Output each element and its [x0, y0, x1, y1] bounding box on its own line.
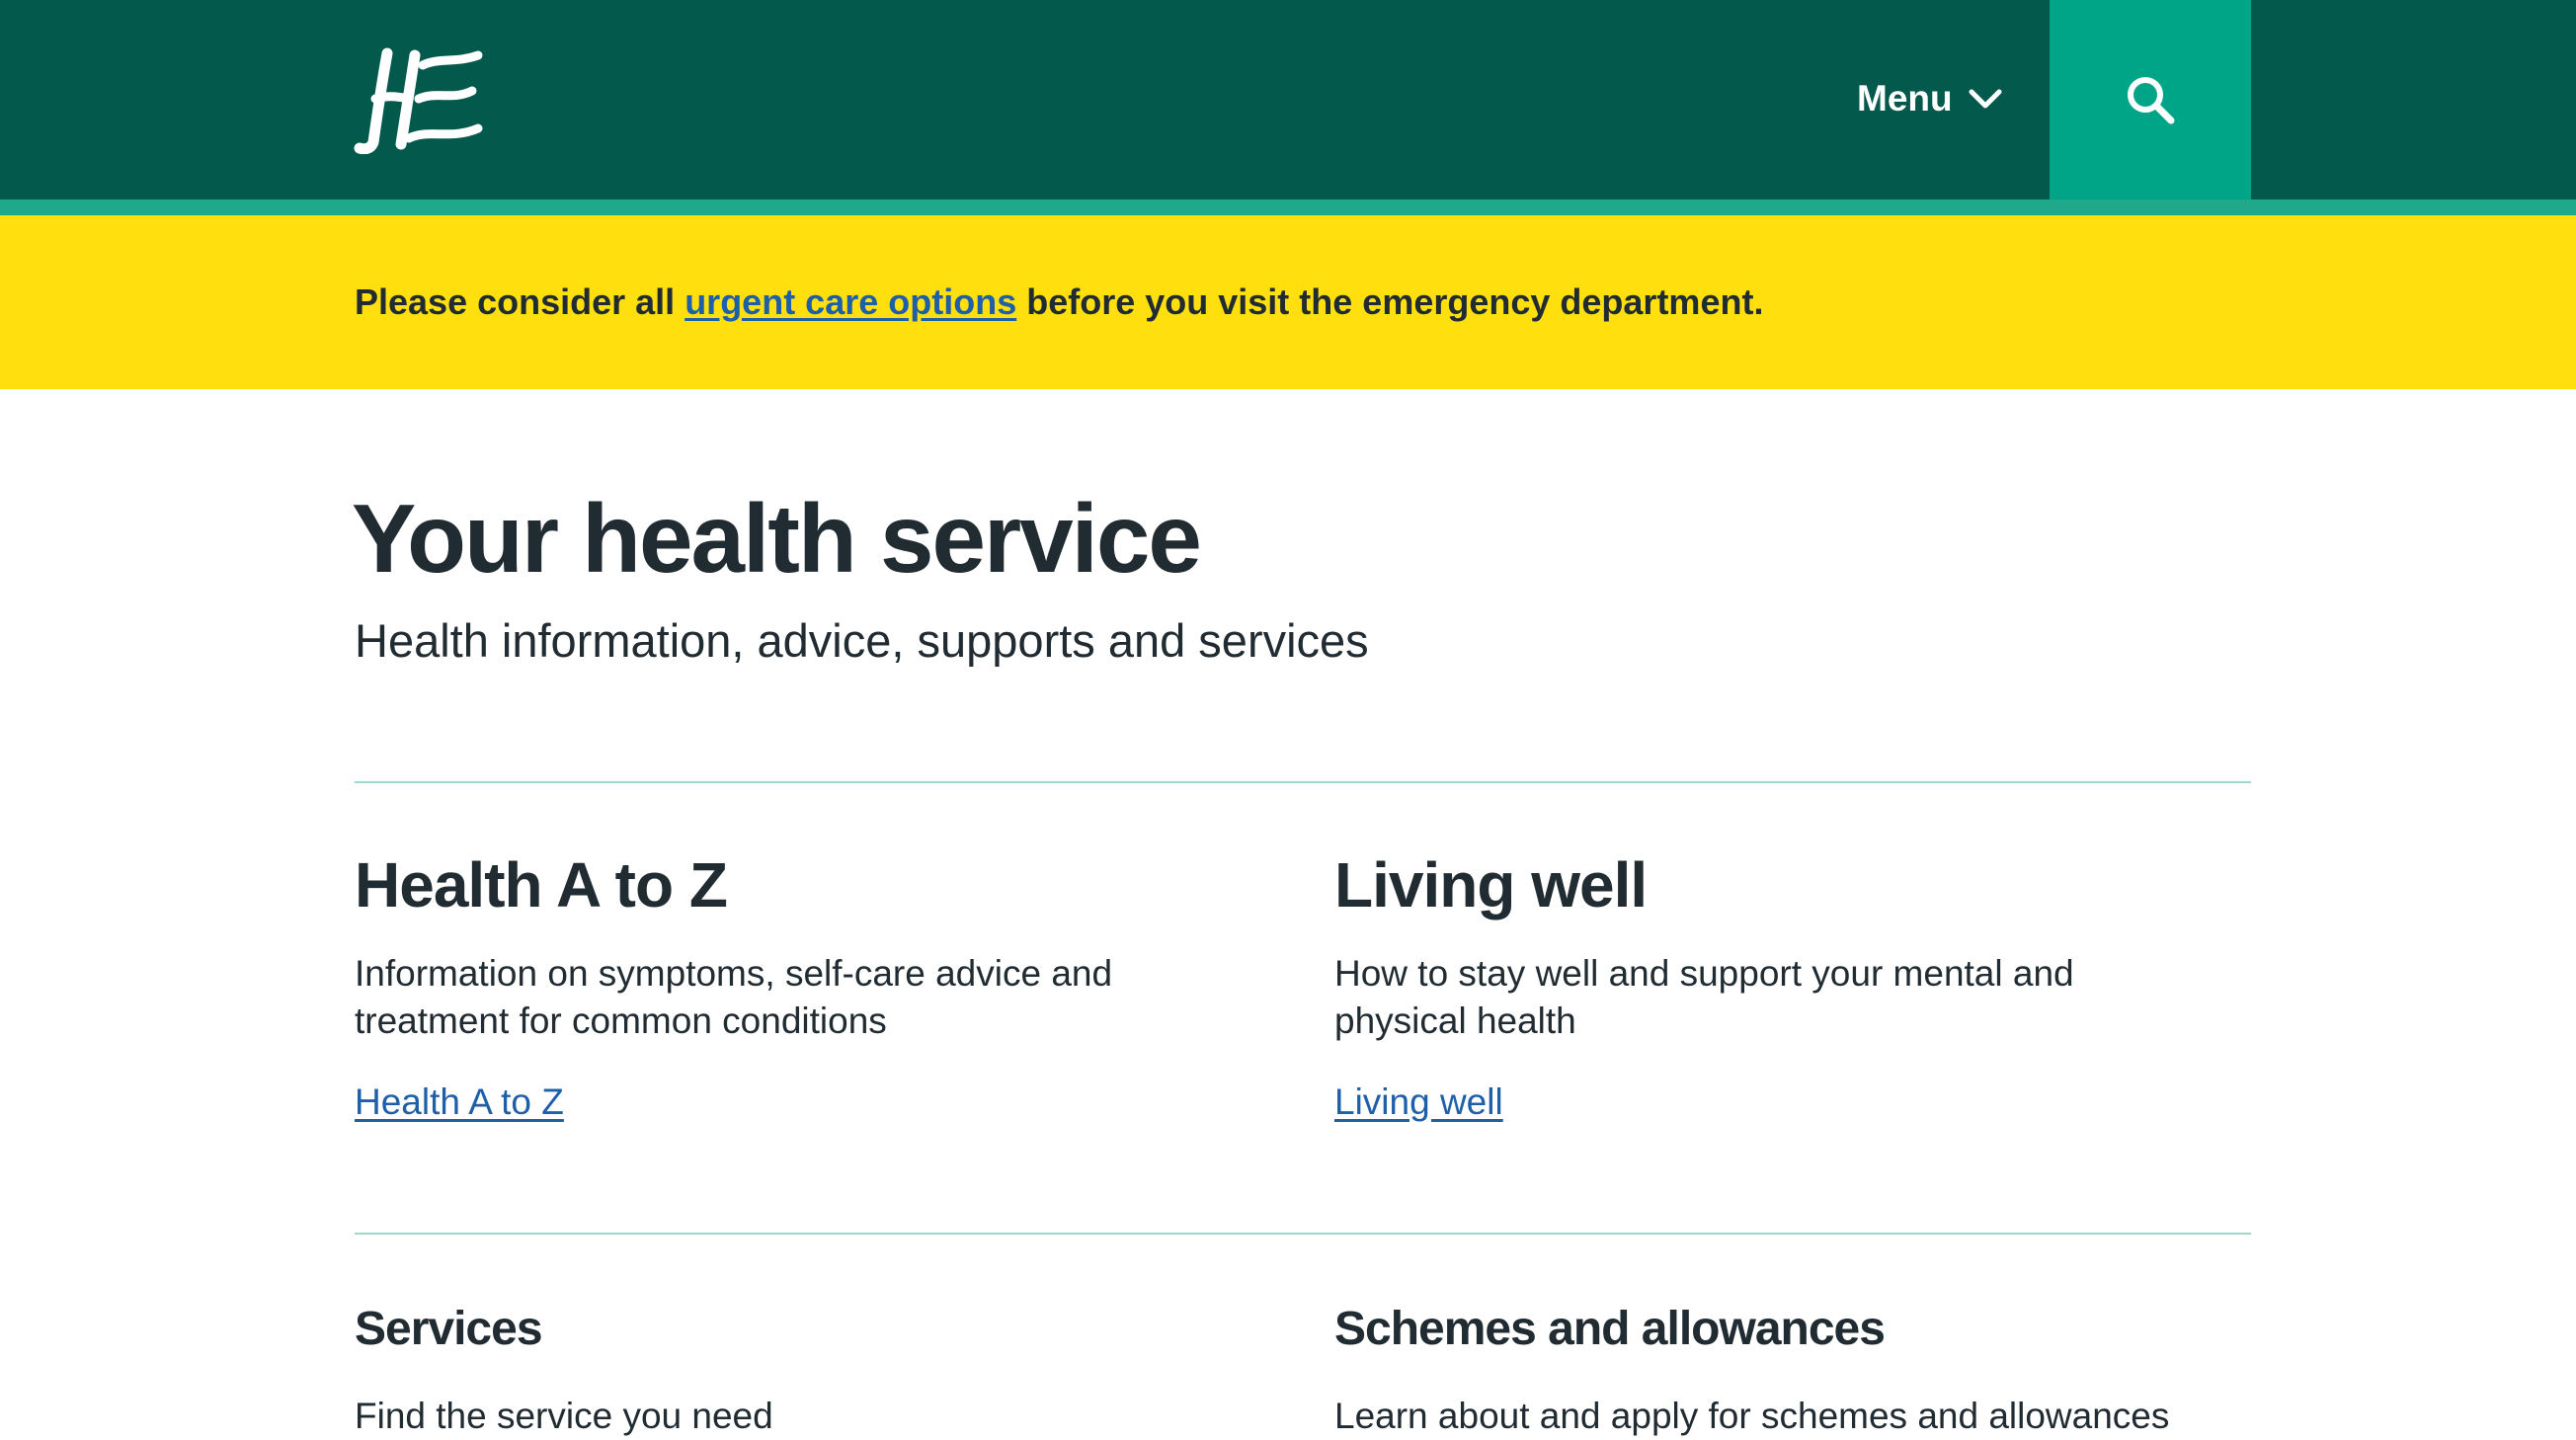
card-description: Find the service you need [355, 1396, 773, 1436]
card-description: Learn about and apply for schemes and al… [1334, 1396, 2170, 1436]
card-services: Services Find the service you need [355, 1300, 1224, 1440]
card-title: Services [355, 1303, 543, 1355]
urgent-care-link[interactable]: urgent care options [684, 281, 1016, 322]
health-a-to-z-link[interactable]: Health A to Z [355, 1079, 564, 1126]
header-stripe [0, 200, 2576, 215]
alert-text-before: Please consider all [355, 281, 685, 322]
section-divider [355, 781, 2251, 783]
menu-label: Menu [1857, 78, 1953, 119]
card-health-a-to-z: Health A to Z Information on symptoms, s… [355, 847, 1224, 1126]
card-description: How to stay well and support your mental… [1334, 953, 2074, 1041]
card-title: Living well [1334, 849, 1648, 920]
alert-text-after: before you visit the emergency departmen… [1016, 281, 1764, 322]
living-well-link[interactable]: Living well [1334, 1079, 1503, 1126]
chevron-down-icon [1969, 89, 2002, 109]
card-title: Schemes and allowances [1334, 1303, 1886, 1355]
site-header: Menu [0, 0, 2576, 200]
section-divider [355, 1233, 2251, 1235]
card-title: Health A to Z [355, 849, 728, 920]
card-description: Information on symptoms, self-care advic… [355, 953, 1113, 1041]
menu-button[interactable]: Menu [1857, 61, 2004, 136]
page-subtitle: Health information, advice, supports and… [355, 614, 1369, 667]
page-title: Your health service [352, 484, 1202, 593]
search-icon [2128, 77, 2175, 124]
search-button[interactable] [2050, 0, 2251, 200]
urgent-care-message: Please consider all urgent care options … [355, 280, 1763, 324]
card-schemes-and-allowances: Schemes and allowances Learn about and a… [1334, 1300, 2204, 1440]
card-living-well: Living well How to stay well and support… [1334, 847, 2204, 1126]
hse-logo[interactable] [354, 45, 492, 154]
